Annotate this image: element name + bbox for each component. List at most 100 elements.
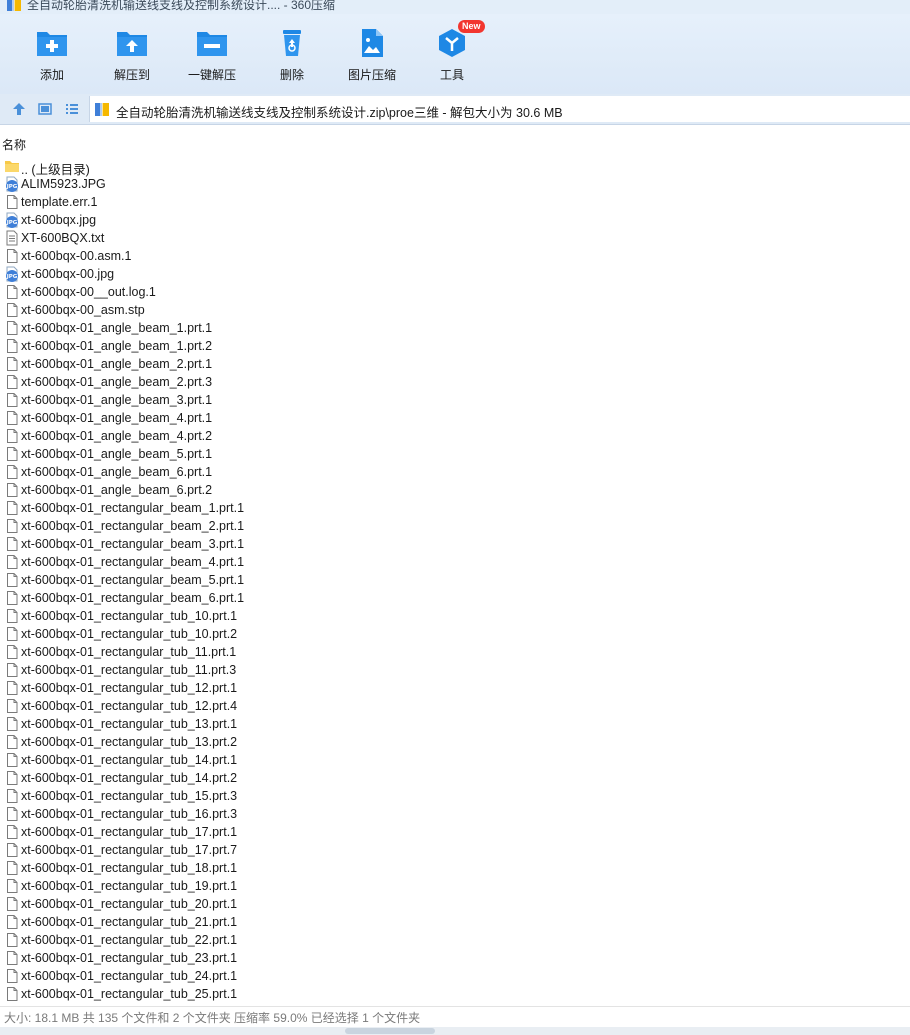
horizontal-scrollbar[interactable] [0,1027,910,1035]
generic-file-icon [4,356,20,372]
scrollbar-thumb[interactable] [345,1028,435,1034]
generic-file-icon [4,662,20,678]
file-name: xt-600bqx-00_asm.stp [21,303,145,317]
generic-file-icon [4,464,20,480]
file-name: xt-600bqx.jpg [21,213,97,227]
generic-file-icon [4,284,20,300]
file-row[interactable]: xt-600bqx-01_rectangular_tub_12.prt.4 [0,697,910,715]
file-name: ALIM5923.JPG [21,177,106,191]
file-row[interactable]: xt-600bqx-01_rectangular_tub_10.prt.2 [0,625,910,643]
generic-file-icon [4,302,20,318]
path-field[interactable]: 全自动轮胎清洗机输送线支线及控制系统设计.zip\proe三维 - 解包大小为 … [89,96,910,122]
file-row[interactable]: xt-600bqx-01_angle_beam_2.prt.3 [0,373,910,391]
generic-file-icon [4,788,20,804]
column-header-name[interactable]: 名称 [0,135,910,153]
file-row[interactable]: xt-600bqx-01_rectangular_tub_17.prt.1 [0,823,910,841]
file-name: xt-600bqx-01_rectangular_tub_23.prt.1 [21,951,238,965]
file-row[interactable]: xt-600bqx-01_rectangular_tub_16.prt.3 [0,805,910,823]
file-row[interactable]: xt-600bqx-01_rectangular_tub_24.prt.1 [0,967,910,985]
file-row[interactable]: xt-600bqx-00_asm.stp [0,301,910,319]
file-row[interactable]: xt-600bqx-00__out.log.1 [0,283,910,301]
status-text: 大小: 18.1 MB 共 135 个文件和 2 个文件夹 压缩率 59.0% … [4,1011,421,1025]
file-row[interactable]: xt-600bqx-01_rectangular_beam_3.prt.1 [0,535,910,553]
file-row[interactable]: xt-600bqx-01_angle_beam_4.prt.1 [0,409,910,427]
file-row[interactable]: xt-600bqx-01_rectangular_tub_19.prt.1 [0,877,910,895]
file-row[interactable]: xt-600bqx-01_angle_beam_3.prt.1 [0,391,910,409]
file-row[interactable]: xt-600bqx-01_rectangular_tub_22.prt.1 [0,931,910,949]
file-row[interactable]: xt-600bqx-01_rectangular_tub_15.prt.3 [0,787,910,805]
file-row[interactable]: xt-600bqx-01_rectangular_tub_23.prt.1 [0,949,910,967]
text-file-icon [4,230,20,246]
file-row[interactable]: xt-600bqx-01_rectangular_tub_17.prt.7 [0,841,910,859]
file-name: xt-600bqx-01_angle_beam_5.prt.1 [21,447,213,461]
file-row[interactable]: JPG xt-600bqx.jpg [0,211,910,229]
file-name: xt-600bqx-01_angle_beam_4.prt.2 [21,429,213,443]
file-row[interactable]: xt-600bqx-01_rectangular_tub_14.prt.1 [0,751,910,769]
file-row[interactable]: xt-600bqx-01_angle_beam_6.prt.1 [0,463,910,481]
file-row[interactable]: xt-600bqx-01_rectangular_beam_1.prt.1 [0,499,910,517]
generic-file-icon [4,500,20,516]
file-row[interactable]: xt-600bqx-01_rectangular_tub_25.prt.1 [0,985,910,1003]
file-row[interactable]: xt-600bqx-01_rectangular_tub_14.prt.2 [0,769,910,787]
file-name: xt-600bqx-01_angle_beam_6.prt.1 [21,465,213,479]
image-compress-icon [362,29,383,57]
file-row[interactable]: template.err.1 [0,193,910,211]
file-row[interactable]: xt-600bqx-01_rectangular_beam_2.prt.1 [0,517,910,535]
generic-file-icon [4,914,20,930]
file-row[interactable]: xt-600bqx-01_rectangular_tub_11.prt.1 [0,643,910,661]
file-name: xt-600bqx-01_rectangular_beam_3.prt.1 [21,537,245,551]
file-row[interactable]: xt-600bqx-01_angle_beam_2.prt.1 [0,355,910,373]
file-row[interactable]: JPG xt-600bqx-00.jpg [0,265,910,283]
file-row[interactable]: xt-600bqx-01_angle_beam_1.prt.1 [0,319,910,337]
delete-label: 删除 [279,68,304,82]
file-row[interactable]: xt-600bqx-01_rectangular_beam_5.prt.1 [0,571,910,589]
file-name: xt-600bqx-01_rectangular_tub_13.prt.2 [21,735,238,749]
generic-file-icon [4,554,20,570]
generic-file-icon [4,968,20,984]
generic-file-icon [4,896,20,912]
thumbnail-view-icon[interactable] [37,101,53,117]
file-name: xt-600bqx-01_rectangular_tub_17.prt.1 [21,825,238,839]
zip-archive-icon [95,103,109,116]
file-name: xt-600bqx-01_rectangular_tub_14.prt.1 [21,753,238,767]
generic-file-icon [4,572,20,588]
file-row[interactable]: xt-600bqx-01_rectangular_tub_18.prt.1 [0,859,910,877]
file-row[interactable]: xt-600bqx-01_rectangular_tub_12.prt.1 [0,679,910,697]
file-name: XT-600BQX.txt [21,231,105,245]
up-arrow-icon[interactable] [11,101,27,117]
jpg-file-icon: JPG [4,176,20,192]
image-compress-button[interactable]: 图片压缩 [332,28,412,94]
file-row[interactable]: xt-600bqx-01_rectangular_tub_11.prt.3 [0,661,910,679]
file-row[interactable]: xt-600bqx-00.asm.1 [0,247,910,265]
extract-to-button[interactable]: 解压到 [92,28,172,94]
file-row[interactable]: xt-600bqx-01_angle_beam_6.prt.2 [0,481,910,499]
file-row[interactable]: .. (上级目录) [0,157,910,177]
file-name: xt-600bqx-01_angle_beam_3.prt.1 [21,393,213,407]
file-row[interactable]: xt-600bqx-01_rectangular_beam_4.prt.1 [0,553,910,571]
file-row[interactable]: xt-600bqx-01_rectangular_tub_10.prt.1 [0,607,910,625]
file-name: xt-600bqx-01_rectangular_tub_10.prt.1 [21,609,238,623]
generic-file-icon [4,824,20,840]
file-name: template.err.1 [21,195,98,209]
file-row[interactable]: JPG ALIM5923.JPG [0,175,910,193]
one-click-extract-button[interactable]: 一键解压 [172,28,252,94]
file-name: xt-600bqx-01_rectangular_tub_16.prt.3 [21,807,238,821]
add-button[interactable]: 添加 [12,28,92,94]
file-row[interactable]: xt-600bqx-01_rectangular_tub_20.prt.1 [0,895,910,913]
file-name: xt-600bqx-01_rectangular_tub_18.prt.1 [21,861,238,875]
file-row[interactable]: xt-600bqx-01_angle_beam_1.prt.2 [0,337,910,355]
file-row[interactable]: xt-600bqx-01_angle_beam_4.prt.2 [0,427,910,445]
file-row[interactable]: XT-600BQX.txt [0,229,910,247]
delete-button[interactable]: 删除 [252,28,332,94]
file-name: xt-600bqx-01_rectangular_tub_20.prt.1 [21,897,238,911]
file-row[interactable]: xt-600bqx-01_rectangular_beam_6.prt.1 [0,589,910,607]
app-logo-icon [7,0,21,11]
generic-file-icon [4,320,20,336]
list-view-icon[interactable] [64,101,80,117]
tools-button[interactable]: New 工具 [412,20,492,94]
file-name: xt-600bqx-01_rectangular_tub_25.prt.1 [21,987,238,1001]
file-row[interactable]: xt-600bqx-01_rectangular_tub_13.prt.2 [0,733,910,751]
file-row[interactable]: xt-600bqx-01_angle_beam_5.prt.1 [0,445,910,463]
file-row[interactable]: xt-600bqx-01_rectangular_tub_21.prt.1 [0,913,910,931]
file-row[interactable]: xt-600bqx-01_rectangular_tub_13.prt.1 [0,715,910,733]
